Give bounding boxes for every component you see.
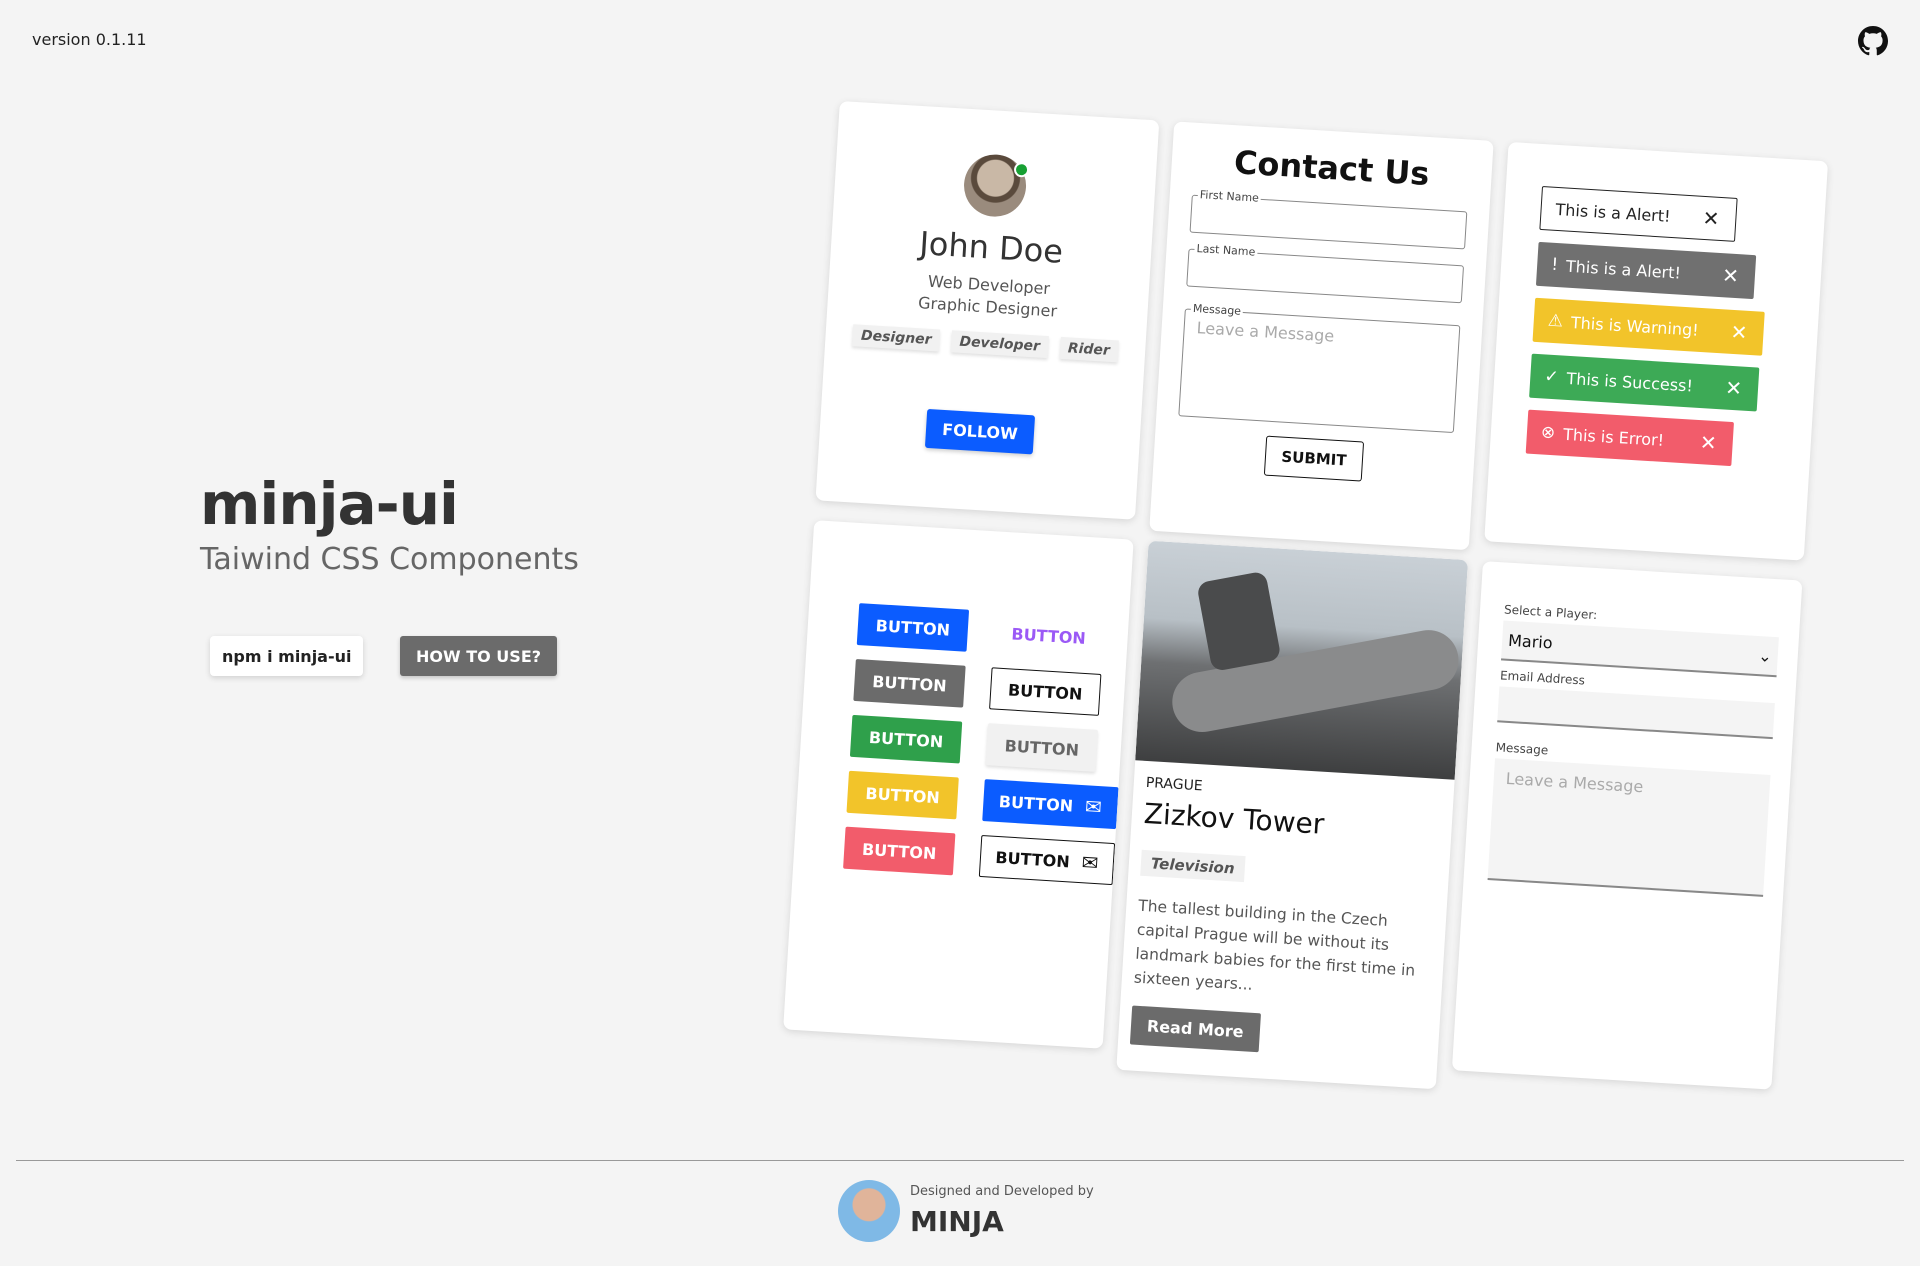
close-icon[interactable]: ✕ [1730,320,1748,345]
alert-text: This is a Alert! [1555,199,1672,226]
contact-title: Contact Us [1232,143,1431,194]
page-title: minja-ui [200,470,459,538]
page-subtitle: Taiwind CSS Components [200,542,579,577]
alert-text: This is Warning! [1570,312,1700,340]
contact-card: Contact Us First Name Last Name Message L… [1149,121,1494,551]
message-field[interactable]: Leave a Message [1487,758,1771,897]
check-icon: ✓ [1543,366,1560,388]
button-label: BUTTON [998,791,1074,816]
danger-button[interactable]: BUTTON [843,826,956,876]
light-button[interactable]: BUTTON [985,723,1098,772]
mail-icon: ✉ [1084,794,1103,820]
secondary-button[interactable]: BUTTON [853,658,966,708]
profile-card: John Doe Web Developer Graphic Designer … [815,100,1160,520]
buttons-card: BUTTON BUTTON BUTTON BUTTON BUTTON BUTTO… [783,520,1134,1049]
alert-info: ! This is a Alert! ✕ [1535,241,1757,300]
outline-mail-button[interactable]: BUTTON ✉ [978,834,1116,886]
tag-badge: Television [1140,849,1246,883]
alert-text: This is Success! [1566,368,1694,396]
footer-divider [16,1160,1904,1161]
npm-install-command[interactable]: npm i minja-ui [210,636,364,676]
avatar [962,152,1028,219]
outline-button[interactable]: BUTTON [989,667,1102,716]
footer: Designed and Developed by MINJA [838,1180,1094,1242]
primary-button[interactable]: BUTTON [856,603,970,652]
close-icon[interactable]: ✕ [1702,206,1720,231]
credit-text: Designed and Developed by [910,1184,1094,1199]
error-icon: ⊗ [1540,422,1556,444]
close-icon[interactable]: ✕ [1699,430,1717,455]
mail-icon: ✉ [1080,850,1100,876]
text-button[interactable]: BUTTON [992,611,1104,660]
success-button[interactable]: BUTTON [849,714,963,764]
button-label: BUTTON [994,847,1071,871]
article-description: The tallest building in the Czech capita… [1133,896,1416,994]
alert-text: This is a Alert! [1565,256,1682,283]
alert-warning: ⚠ This is Warning! ✕ [1532,297,1765,356]
tag-badge: Rider [1059,336,1119,363]
player-value: Mario [1507,630,1554,652]
submit-button[interactable]: SUBMIT [1263,435,1365,482]
article-card: PRAGUE Zizkov Tower Television The talle… [1116,540,1469,1090]
close-icon[interactable]: ✕ [1721,263,1739,288]
component-showcase: John Doe Web Developer Graphic Designer … [761,80,1840,1130]
alert-error: ⊗ This is Error! ✕ [1525,409,1734,467]
primary-mail-button[interactable]: BUTTON ✉ [982,779,1119,830]
message-field[interactable]: Leave a Message [1178,308,1461,434]
author-name: MINJA [910,1205,1004,1238]
close-icon[interactable]: ✕ [1725,376,1743,401]
info-icon: ! [1550,254,1559,276]
author-avatar [838,1180,900,1242]
alerts-card: This is a Alert! ✕ ! This is a Alert! ✕ ⚠ Th… [1484,141,1829,561]
form-card: Select a Player: Mario ⌄ Email Address Me… [1451,561,1803,1090]
warning-button[interactable]: BUTTON [846,770,959,820]
how-to-use-button[interactable]: HOW TO USE? [400,636,558,676]
follow-button[interactable]: FOLLOW [925,408,1035,455]
read-more-button[interactable]: Read More [1129,1005,1261,1053]
version-label: version 0.1.11 [32,30,147,49]
article-image [1135,540,1469,780]
hero: minja-ui Taiwind CSS Components [200,470,579,577]
tag-badge: Designer [852,324,941,352]
alert-outline: This is a Alert! ✕ [1539,185,1738,242]
alert-text: This is Error! [1562,424,1665,450]
warning-icon: ⚠ [1547,310,1564,332]
chevron-down-icon: ⌄ [1757,645,1773,666]
tag-badge: Developer [950,330,1049,359]
alert-success: ✓ This is Success! ✕ [1529,353,1760,412]
github-icon[interactable] [1858,26,1888,56]
